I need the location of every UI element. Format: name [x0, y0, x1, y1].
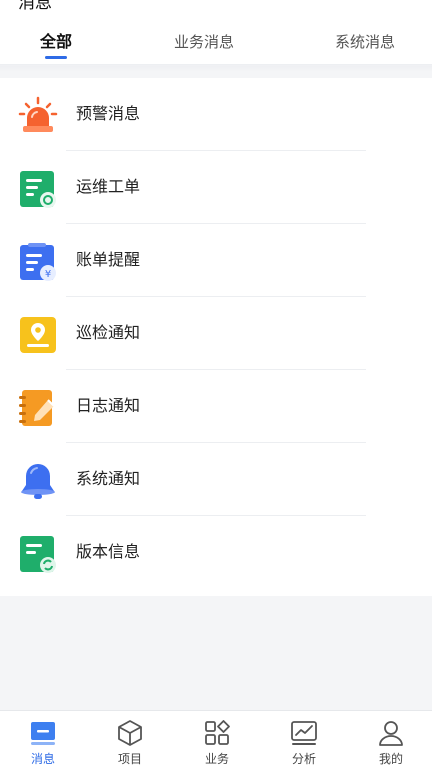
nav-mine[interactable]: 我的 — [361, 717, 421, 768]
nav-business[interactable]: 业务 — [187, 717, 247, 768]
cube-icon — [116, 719, 144, 747]
message-icon — [29, 719, 57, 747]
tab-business-messages[interactable]: 业务消息 — [164, 28, 244, 56]
grid-apps-icon — [203, 719, 231, 747]
nav-label: 项目 — [117, 752, 142, 766]
nav-label: 业务 — [204, 752, 229, 766]
nav-analysis[interactable]: 分析 — [274, 717, 334, 768]
bill-icon: ¥ — [18, 242, 58, 282]
active-tab-indicator — [45, 56, 67, 59]
list-item-log-notices[interactable]: 日志通知 — [0, 370, 432, 443]
list-item-label: 日志通知 — [76, 396, 141, 415]
list-item-work-orders[interactable]: 运维工单 — [0, 151, 432, 224]
chart-icon — [290, 719, 318, 747]
bottom-navigation: 消息 项目 业务 分析 我的 — [0, 710, 432, 768]
list-item-label: 预警消息 — [76, 104, 141, 123]
log-notebook-icon — [18, 388, 58, 428]
version-update-icon — [18, 534, 58, 574]
nav-projects[interactable]: 项目 — [100, 717, 160, 768]
bell-icon — [18, 461, 58, 501]
list-item-version-info[interactable]: 版本信息 — [0, 516, 432, 589]
list-item-system-notices[interactable]: 系统通知 — [0, 443, 432, 516]
work-order-icon — [18, 169, 58, 209]
list-item-label: 巡检通知 — [76, 323, 141, 342]
inspection-location-icon — [18, 315, 58, 355]
tab-all[interactable]: 全部 — [28, 28, 84, 56]
alarm-siren-icon — [18, 96, 58, 136]
list-item-label: 账单提醒 — [76, 250, 141, 269]
page-title: 消息 — [18, 0, 52, 13]
list-item-alarm-messages[interactable]: 预警消息 — [0, 78, 432, 151]
list-item-label: 运维工单 — [76, 177, 141, 196]
user-icon — [377, 719, 405, 747]
nav-label: 分析 — [291, 752, 316, 766]
header: 消息 全部 业务消息 系统消息 — [0, 0, 432, 66]
message-category-list: 预警消息 运维工单 ¥ 账单提醒 巡检通知 日志通知 系统通知 版本信息 — [0, 78, 432, 596]
list-item-bill-reminders[interactable]: ¥ 账单提醒 — [0, 224, 432, 297]
list-item-label: 版本信息 — [76, 542, 141, 561]
svg-text:¥: ¥ — [45, 269, 51, 280]
nav-messages[interactable]: 消息 — [13, 717, 73, 768]
tab-system-messages[interactable]: 系统消息 — [325, 28, 405, 56]
nav-label: 消息 — [30, 752, 55, 766]
nav-label: 我的 — [378, 752, 403, 766]
list-item-label: 系统通知 — [76, 469, 141, 488]
header-shadow — [0, 64, 432, 72]
list-item-inspection-notices[interactable]: 巡检通知 — [0, 297, 432, 370]
messages-page: 消息 全部 业务消息 系统消息 预警消息 运维工单 ¥ 账单提醒 巡检通知 日志… — [0, 0, 432, 768]
